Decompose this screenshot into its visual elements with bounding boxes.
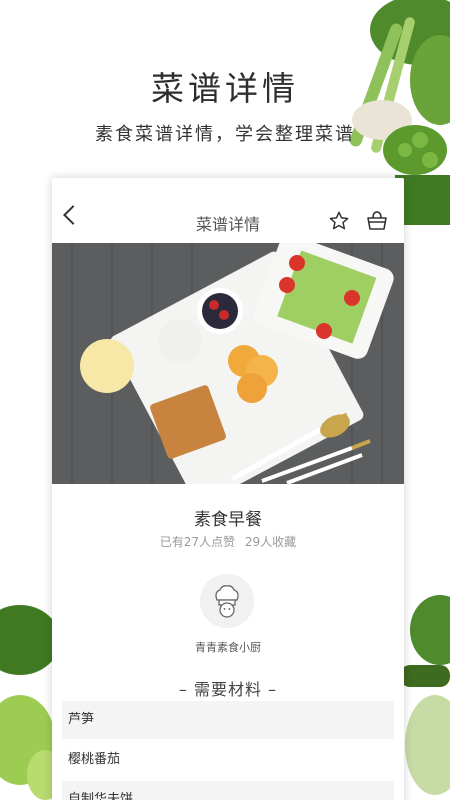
author-avatar[interactable]	[200, 574, 254, 628]
recipe-name: 素食早餐	[194, 510, 262, 530]
basket-icon[interactable]	[365, 209, 389, 233]
ingredients-list: 芦笋 樱桃番茄 自制华夫饼	[62, 701, 394, 800]
promo-title: 菜谱详情	[151, 69, 299, 108]
favorite-count: 29人收藏	[244, 535, 297, 549]
phone-screen: 菜谱详情 素食早餐 已有27人点赞 29人收藏 青青素食小厨 – 需要材料 – …	[52, 178, 404, 800]
like-count: 已有27人点赞	[159, 535, 236, 549]
recipe-photo	[52, 234, 404, 505]
star-icon[interactable]	[328, 210, 350, 232]
recipe-stats: 已有27人点赞 29人收藏	[52, 533, 404, 550]
ingredient-item: 自制华夫饼	[62, 781, 394, 800]
chef-hat-icon	[200, 574, 254, 628]
ingredient-item: 樱桃番茄	[68, 752, 121, 767]
navigation-bar: 菜谱详情	[52, 178, 404, 243]
nav-title: 菜谱详情	[195, 215, 260, 234]
ingredient-item: 芦笋	[62, 701, 394, 739]
author-name[interactable]: 青青素食小厨	[52, 639, 404, 655]
ingredients-section-title: – 需要材料 –	[178, 680, 278, 699]
vegetables-decoration-bottom-right	[400, 590, 450, 800]
promo-subtitle: 素食菜谱详情，学会整理菜谱	[95, 124, 355, 145]
vegetables-decoration-bottom-left	[0, 600, 60, 800]
